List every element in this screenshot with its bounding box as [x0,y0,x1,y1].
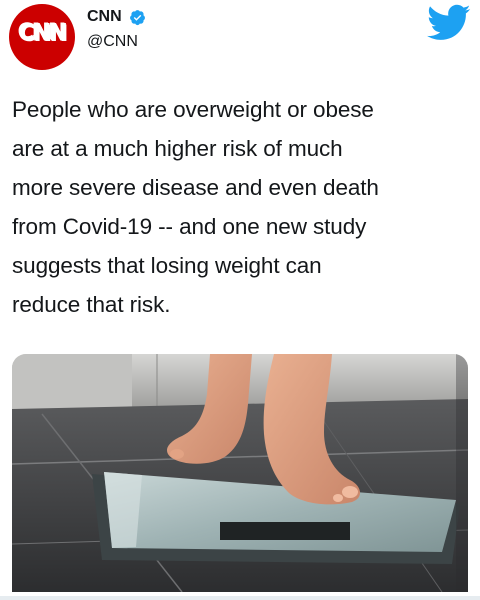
tweet-card: CNN CNN @CNN People who are overweight o… [0,0,480,600]
tweet-text-line: from Covid-19 -- and one new study [12,214,367,239]
twitter-bird-icon [427,4,471,40]
tweet-text-line: are at a much higher risk of much [12,136,343,161]
cnn-logo-avatar[interactable]: CNN [9,4,75,70]
feet-on-scale-photo [12,354,468,592]
tweet-text-line: more severe disease and even death [12,175,379,200]
tweet-text-line: People who are overweight or obese [12,97,374,122]
account-handle[interactable]: @CNN [87,33,138,51]
cnn-logo-text: CNN [18,21,68,47]
account-name[interactable]: CNN [87,8,122,26]
tweet-media-image[interactable] [12,354,468,592]
tweet-text: People who are overweight or obese are a… [12,90,468,324]
tweet-text-line: suggests that losing weight can [12,253,322,278]
divider [0,596,480,600]
verified-badge-icon [130,10,145,26]
tweet-text-line: reduce that risk. [12,292,171,317]
